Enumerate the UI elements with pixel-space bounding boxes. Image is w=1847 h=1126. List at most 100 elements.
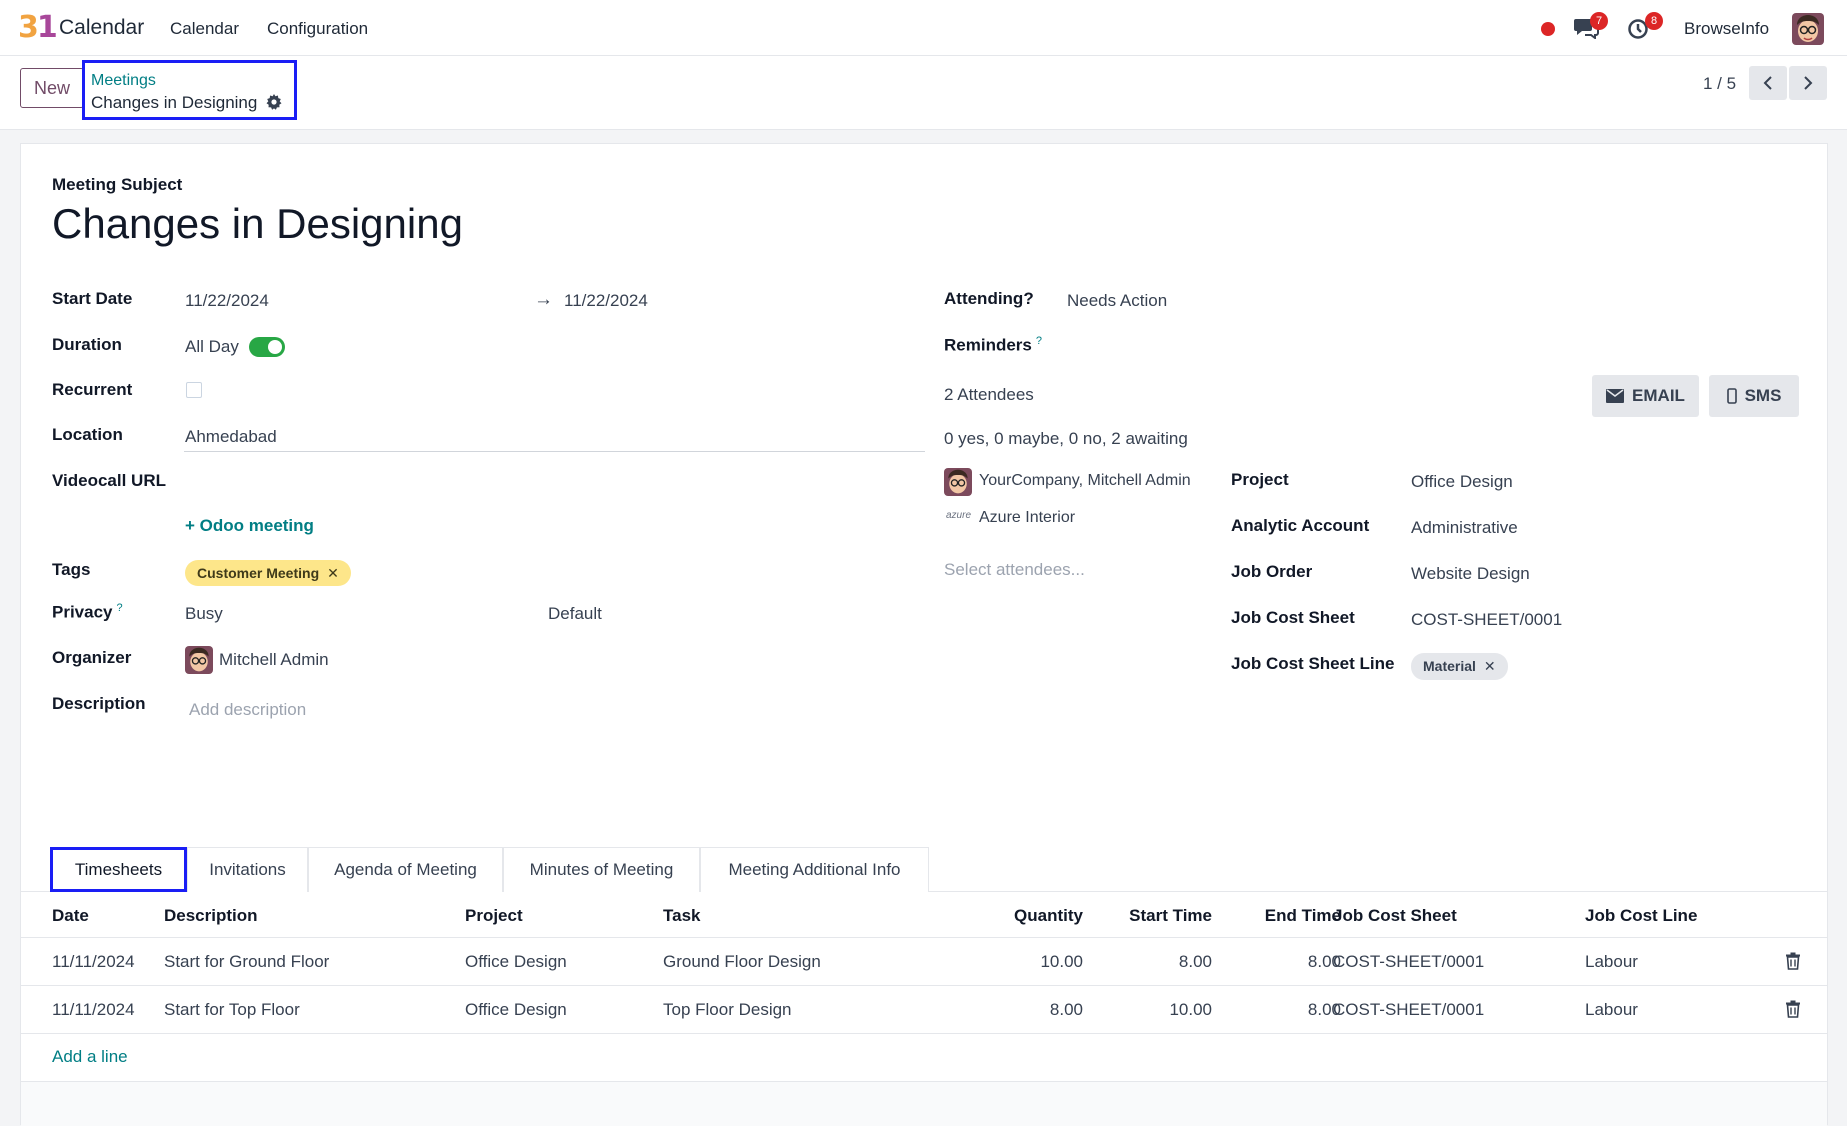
menu-configuration[interactable]: Configuration xyxy=(267,19,368,39)
envelope-icon xyxy=(1606,389,1625,403)
status-dot[interactable] xyxy=(1541,22,1555,36)
select-attendees-input[interactable]: Select attendees... xyxy=(944,560,1085,580)
tab-minutes-of-meeting[interactable]: Minutes of Meeting xyxy=(503,847,700,892)
menu-calendar[interactable]: Calendar xyxy=(170,19,239,39)
attendee-avatar-mitchell xyxy=(944,468,972,496)
column-header-project[interactable]: Project xyxy=(465,906,523,926)
column-header-end-time[interactable]: End Time xyxy=(1221,906,1341,926)
table-row[interactable]: 11/11/2024 Start for Ground Floor Office… xyxy=(21,938,1827,986)
date-range-arrow-icon: → xyxy=(534,289,553,310)
job-cost-sheet-field[interactable]: COST-SHEET/0001 xyxy=(1411,610,1562,630)
attending-label: Attending? xyxy=(944,289,1034,308)
pager-previous-button[interactable] xyxy=(1749,66,1787,100)
gear-icon[interactable] xyxy=(266,94,282,110)
cell-job-cost-line: Labour xyxy=(1585,952,1638,971)
cell-end-time: 8.00 xyxy=(1307,1000,1341,1019)
organizer-field[interactable]: Mitchell Admin xyxy=(219,650,329,670)
trash-icon[interactable] xyxy=(1785,952,1801,970)
end-date-field[interactable]: 11/22/2024 xyxy=(564,291,648,311)
breadcrumb-meetings-link[interactable]: Meetings xyxy=(91,72,156,90)
cell-end-time: 8.00 xyxy=(1307,952,1341,971)
tag-remove-icon[interactable]: ✕ xyxy=(327,565,339,581)
cell-job-cost-line: Labour xyxy=(1585,1000,1638,1019)
column-header-description[interactable]: Description xyxy=(164,906,258,926)
sms-button-label: SMS xyxy=(1744,386,1782,405)
tab-meeting-additional-info[interactable]: Meeting Additional Info xyxy=(700,847,929,892)
start-date-field[interactable]: 11/22/2024 xyxy=(185,291,269,311)
tags-label: Tags xyxy=(52,560,91,579)
all-day-toggle[interactable] xyxy=(249,337,285,357)
privacy-show-as-select[interactable]: Busy xyxy=(185,604,223,624)
app-name[interactable]: Calendar xyxy=(59,16,144,40)
location-label: Location xyxy=(52,425,123,444)
column-header-date[interactable]: Date xyxy=(52,906,89,926)
sms-button[interactable]: SMS xyxy=(1709,375,1799,417)
tab-timesheets[interactable]: Timesheets xyxy=(50,847,187,892)
user-company-name[interactable]: BrowseInfo xyxy=(1684,19,1769,39)
pager-next-button[interactable] xyxy=(1789,66,1827,100)
job-cost-sheet-line-tag: Material ✕ xyxy=(1411,653,1508,680)
column-header-job-cost-sheet[interactable]: Job Cost Sheet xyxy=(1333,906,1457,926)
control-panel: New Meetings Changes in Designing 1 / 5 xyxy=(0,56,1847,130)
odoo-meeting-link[interactable]: + Odoo meeting xyxy=(185,516,314,536)
recurrent-label: Recurrent xyxy=(52,380,133,399)
cell-job-cost-sheet: COST-SHEET/0001 xyxy=(1333,952,1485,971)
attendee-name[interactable]: YourCompany, Mitchell Admin xyxy=(979,472,1191,490)
new-button[interactable]: New xyxy=(20,68,84,108)
cell-project: Office Design xyxy=(465,1000,567,1019)
location-input[interactable]: Ahmedabad xyxy=(185,427,277,447)
videocall-url-label: Videocall URL xyxy=(52,471,166,490)
email-button[interactable]: EMAIL xyxy=(1592,375,1699,417)
job-cost-sheet-line-tag-label: Material xyxy=(1423,658,1476,674)
reminders-label: Reminders? xyxy=(944,335,1042,356)
attendees-summary: 0 yes, 0 maybe, 0 no, 2 awaiting xyxy=(944,429,1188,448)
add-a-line-link[interactable]: Add a line xyxy=(52,1047,128,1067)
start-date-label: Start Date xyxy=(52,289,133,308)
column-header-quantity[interactable]: Quantity xyxy=(961,906,1083,926)
privacy-label-text: Privacy xyxy=(52,602,113,622)
messages-badge: 7 xyxy=(1590,12,1608,30)
trash-icon[interactable] xyxy=(1785,1000,1801,1018)
column-header-task[interactable]: Task xyxy=(663,906,701,926)
description-label: Description xyxy=(52,694,146,713)
cell-job-cost-sheet: COST-SHEET/0001 xyxy=(1333,1000,1485,1019)
cell-date: 11/11/2024 xyxy=(52,952,135,971)
all-day-label: All Day xyxy=(185,337,239,356)
breadcrumb-current-label: Changes in Designing xyxy=(91,93,258,112)
job-cost-sheet-line-label: Job Cost Sheet Line xyxy=(1231,654,1395,673)
breadcrumb-current-record: Changes in Designing xyxy=(91,93,282,113)
column-header-start-time[interactable]: Start Time xyxy=(1091,906,1212,926)
job-order-label: Job Order xyxy=(1231,562,1313,581)
cell-date: 11/11/2024 xyxy=(52,1000,135,1019)
pager-value[interactable]: 1 / 5 xyxy=(1703,74,1736,94)
tag-customer-meeting: Customer Meeting ✕ xyxy=(185,560,351,586)
tag-label: Customer Meeting xyxy=(197,565,320,581)
project-field[interactable]: Office Design xyxy=(1411,472,1513,492)
reminders-help-icon[interactable]: ? xyxy=(1036,335,1042,347)
sheet-footer-area xyxy=(21,1082,1827,1126)
organizer-label: Organizer xyxy=(52,648,132,667)
column-header-job-cost-line[interactable]: Job Cost Line xyxy=(1585,906,1697,926)
user-avatar[interactable] xyxy=(1792,13,1824,45)
tab-invitations[interactable]: Invitations xyxy=(187,847,308,892)
attending-status[interactable]: Needs Action xyxy=(1067,291,1167,311)
recurrent-checkbox[interactable] xyxy=(186,382,202,398)
reminders-label-text: Reminders xyxy=(944,335,1032,355)
privacy-help-icon[interactable]: ? xyxy=(117,602,123,614)
analytic-account-field[interactable]: Administrative xyxy=(1411,518,1518,538)
meeting-subject-input[interactable]: Changes in Designing xyxy=(52,200,463,248)
tab-agenda-of-meeting[interactable]: Agenda of Meeting xyxy=(308,847,503,892)
attendee-name[interactable]: Azure Interior xyxy=(979,509,1075,527)
description-input[interactable]: Add description xyxy=(189,700,306,720)
top-navbar: 31 Calendar Calendar Configuration 7 8 B… xyxy=(0,0,1847,56)
activities-badge: 8 xyxy=(1645,12,1663,30)
calendar-app-logo[interactable]: 31 xyxy=(18,11,58,45)
cell-quantity: 10.00 xyxy=(1040,952,1083,971)
chevron-left-icon xyxy=(1763,76,1772,90)
privacy-select[interactable]: Default xyxy=(548,604,602,624)
attendees-count: 2 Attendees xyxy=(944,385,1034,404)
organizer-avatar xyxy=(185,646,213,674)
job-order-field[interactable]: Website Design xyxy=(1411,564,1530,584)
job-cost-sheet-line-remove-icon[interactable]: ✕ xyxy=(1484,658,1496,674)
table-row[interactable]: 11/11/2024 Start for Top Floor Office De… xyxy=(21,986,1827,1034)
